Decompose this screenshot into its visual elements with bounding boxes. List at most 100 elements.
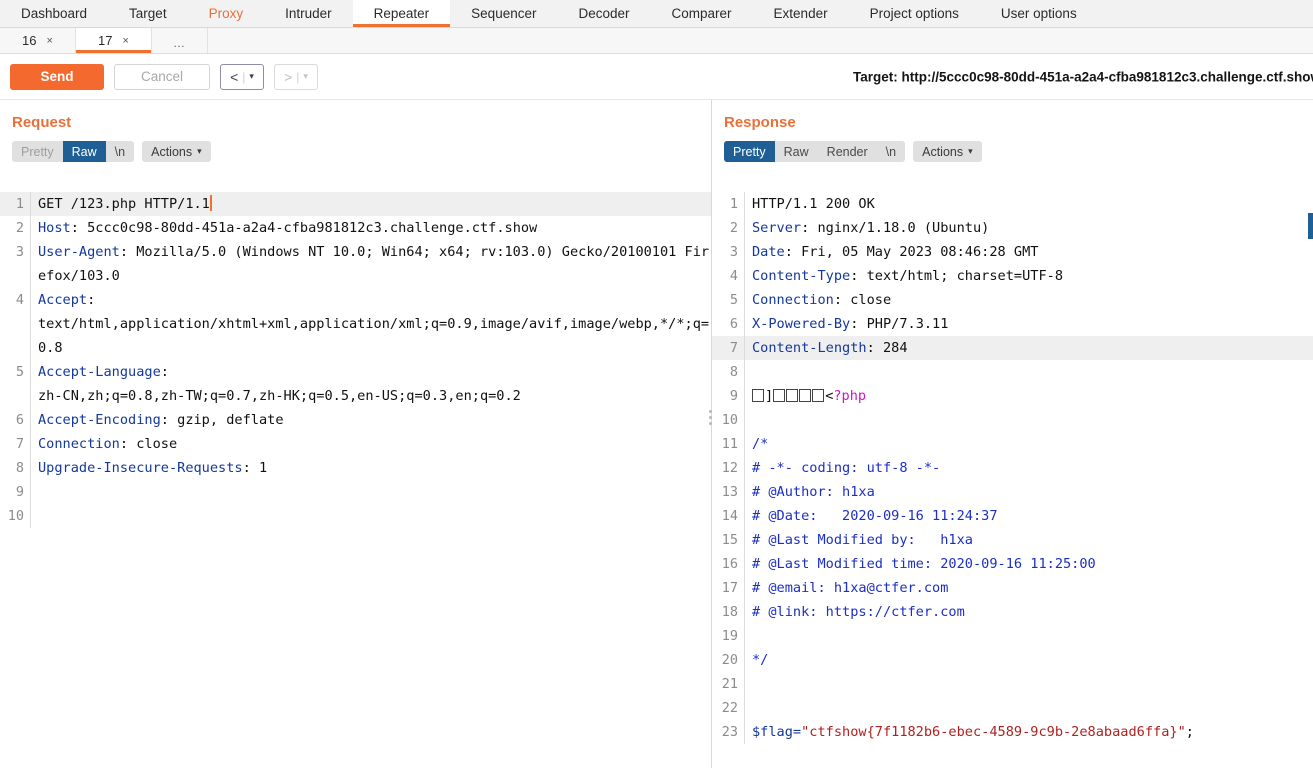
response-code-text (744, 672, 1313, 696)
main-tab-project-options[interactable]: Project options (849, 0, 980, 27)
line-number: 7 (15, 436, 24, 452)
request-tab-newlinen[interactable]: \n (106, 141, 134, 162)
response-code-text: Date: Fri, 05 May 2023 08:46:28 GMT (744, 240, 1313, 264)
main-tab-dashboard[interactable]: Dashboard (0, 0, 108, 27)
line-number: 23 (721, 724, 738, 740)
request-code-text: GET /123.php HTTP/1.1 (30, 192, 711, 216)
main-tab-extender[interactable]: Extender (753, 0, 849, 27)
request-editor[interactable]: 1 GET /123.php HTTP/1.1 2 Host: 5ccc0c98-80… (0, 192, 711, 768)
chevron-down-icon: ▾ (968, 146, 973, 156)
request-pane: Request Pretty Raw \n Actions ▾ 1 GET /123.… (0, 100, 712, 768)
response-format-segmented: Pretty Raw Render \n (724, 141, 906, 162)
line-number: 12 (721, 460, 738, 476)
line-number: 18 (721, 604, 738, 620)
line-number: 6 (729, 316, 738, 332)
main-tab-intruder[interactable]: Intruder (264, 0, 353, 27)
go-forward-button[interactable]: > | ▾ (274, 63, 318, 90)
response-code-text: Server: nginx/1.18.0 (Ubuntu) (744, 216, 1313, 240)
request-code-line: 7 Connection: close (0, 432, 711, 456)
line-number: 4 (729, 268, 738, 284)
response-code-text: Content-Length: 284 (744, 336, 1313, 360)
response-code-text: # @Date: 2020-09-16 11:24:37 (744, 504, 1313, 528)
request-code-line: 6 Accept-Encoding: gzip, deflate (0, 408, 711, 432)
main-tab-decoder[interactable]: Decoder (557, 0, 650, 27)
repeater-tab-bar: 16 × 17 ×… (0, 28, 1313, 54)
chevron-right-icon: > (284, 68, 293, 85)
response-tab-raw[interactable]: Raw (775, 141, 818, 162)
line-number: 5 (729, 292, 738, 308)
response-code-line: 21 (712, 672, 1313, 696)
request-code-line: 2 Host: 5ccc0c98-80dd-451a-a2a4-cfba98181… (0, 216, 711, 240)
request-tab-raw[interactable]: Raw (62, 141, 106, 162)
request-code-line: 5 Accept-Language: zh-CN,zh;q=0.8,zh-TW;q… (0, 360, 711, 408)
response-code-line: 14 # @Date: 2020-09-16 11:24:37 (712, 504, 1313, 528)
line-number: 3 (729, 244, 738, 260)
response-code-text: $flag="ctfshow{7f1182b6-ebec-4589-9c9b-2… (744, 720, 1313, 744)
line-number: 3 (15, 244, 24, 260)
response-tab-newlinen[interactable]: \n (877, 141, 905, 162)
line-number: 17 (721, 580, 738, 596)
chevron-down-icon: ▾ (249, 71, 254, 81)
response-tab-pretty[interactable]: Pretty (724, 141, 775, 162)
response-code-line: 18 # @link: https://ctfer.com (712, 600, 1313, 624)
chevron-down-icon: ▾ (303, 71, 308, 81)
response-code-text (744, 624, 1313, 648)
response-title: Response (724, 114, 796, 131)
response-editor[interactable]: 1 HTTP/1.1 200 OK 2 Server: nginx/1.18.0 (U… (712, 192, 1313, 768)
cancel-button[interactable]: Cancel (114, 63, 210, 90)
line-number: 5 (15, 364, 24, 380)
main-tab-repeater[interactable]: Repeater (352, 0, 451, 27)
request-tab-pretty[interactable]: Pretty (12, 141, 63, 162)
response-code-line: 13 # @Author: h1xa (712, 480, 1313, 504)
splitter-dot (708, 409, 712, 413)
request-format-segmented: Pretty Raw \n (12, 141, 135, 162)
line-number: 8 (729, 364, 738, 380)
response-code-text (744, 408, 1313, 432)
response-code-line: 15 # @Last Modified by: h1xa (712, 528, 1313, 552)
repeater-tab-17[interactable]: 17 × (76, 28, 152, 53)
line-number: 14 (721, 508, 738, 524)
send-button[interactable]: Send (10, 63, 104, 90)
go-back-button[interactable]: < | ▾ (220, 63, 264, 90)
main-tab-proxy[interactable]: Proxy (188, 0, 265, 27)
target-label: Target: http://5ccc0c98-80dd-451a-a2a4-c… (853, 69, 1313, 84)
pane-splitter-handle[interactable] (707, 400, 713, 434)
response-code-line: 23 $flag="ctfshow{7f1182b6-ebec-4589-9c9b… (712, 720, 1313, 744)
main-tab-sequencer[interactable]: Sequencer (450, 0, 557, 27)
request-actions-button[interactable]: Actions ▾ (142, 141, 211, 162)
request-actions-label: Actions (151, 144, 193, 159)
close-icon[interactable]: × (47, 35, 53, 47)
line-number: 19 (721, 628, 738, 644)
request-code-text: Accept-Encoding: gzip, deflate (30, 408, 711, 432)
response-code-line: 1 HTTP/1.1 200 OK (712, 192, 1313, 216)
response-code-line: 9] <?php (712, 384, 1313, 408)
chevron-down-icon: ▾ (197, 146, 202, 156)
repeater-tab-16[interactable]: 16 × (0, 28, 76, 53)
repeater-tabs-overflow-button[interactable]: … (152, 28, 208, 53)
response-code-text: # @Author: h1xa (744, 480, 1313, 504)
request-code-line: 1 GET /123.php HTTP/1.1 (0, 192, 711, 216)
request-code-text: Host: 5ccc0c98-80dd-451a-a2a4-cfba981812… (30, 216, 711, 240)
response-scrollbar-thumb[interactable] (1308, 213, 1313, 239)
response-code-line: 22 (712, 696, 1313, 720)
line-number: 1 (729, 196, 738, 212)
main-tab-comparer[interactable]: Comparer (651, 0, 753, 27)
response-code-line: 6 X-Powered-By: PHP/7.3.11 (712, 312, 1313, 336)
splitter-dot (708, 421, 712, 425)
request-code-line: 4 Accept: text/html,application/xhtml+xml… (0, 288, 711, 360)
request-code-line: 9 (0, 480, 711, 504)
main-tab-user-options[interactable]: User options (980, 0, 1098, 27)
nav-divider: | (242, 69, 246, 84)
response-tab-render[interactable]: Render (818, 141, 877, 162)
request-response-split: Request Pretty Raw \n Actions ▾ 1 GET /123.… (0, 100, 1313, 768)
response-code-text: # @Last Modified by: h1xa (744, 528, 1313, 552)
response-code-text (744, 360, 1313, 384)
main-tab-target[interactable]: Target (108, 0, 188, 27)
line-number: 13 (721, 484, 738, 500)
close-icon[interactable]: × (123, 35, 129, 47)
response-actions-button[interactable]: Actions ▾ (913, 141, 982, 162)
response-code-text: /* (744, 432, 1313, 456)
response-code-line: 8 (712, 360, 1313, 384)
nav-divider: | (296, 69, 300, 84)
line-number: 9 (729, 388, 738, 404)
